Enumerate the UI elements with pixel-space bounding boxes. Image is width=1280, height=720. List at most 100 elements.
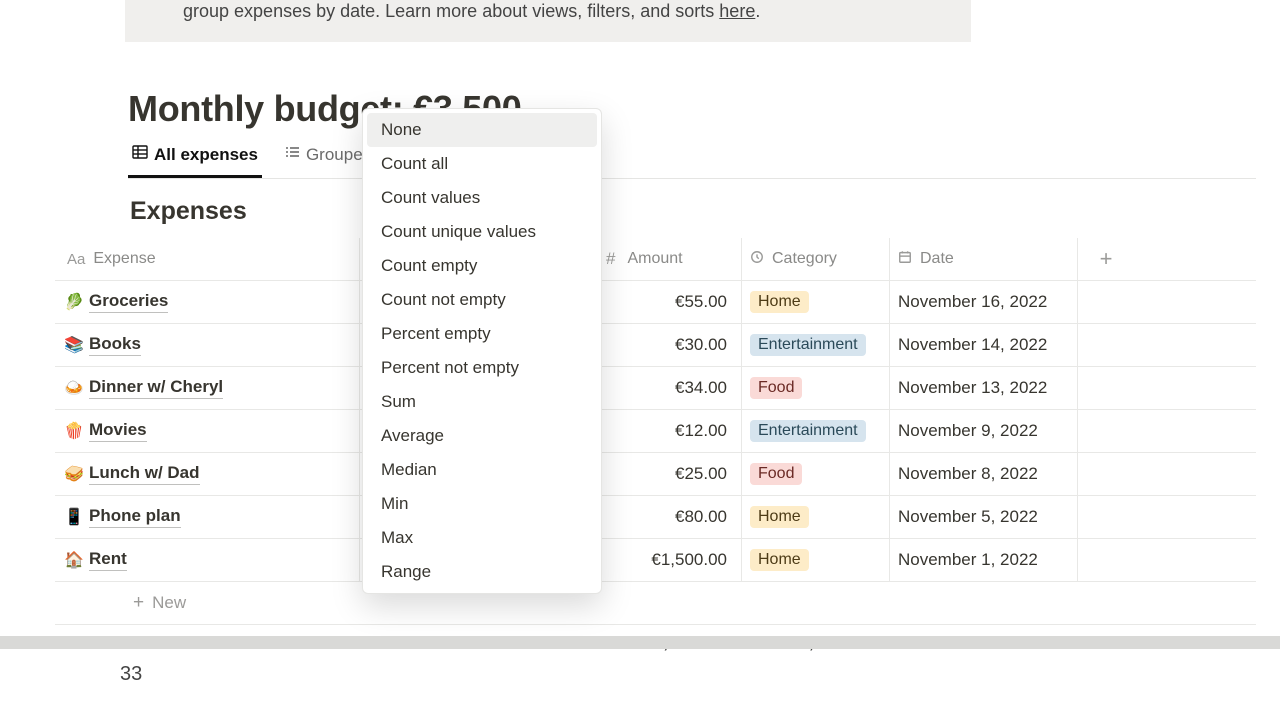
column-date[interactable]: Date xyxy=(890,238,1078,280)
cell-title[interactable]: 🏠Rent xyxy=(55,539,360,581)
list-icon xyxy=(284,144,300,165)
cell-amount[interactable]: €80.00 xyxy=(598,496,742,538)
cell-trailing xyxy=(1078,410,1134,452)
row-emoji: 📚 xyxy=(63,335,85,355)
table-row[interactable]: 🍿Movies€15.00€12.00EntertainmentNovember… xyxy=(55,410,1256,453)
page-number: 33 xyxy=(120,663,142,686)
cell-trailing xyxy=(1078,539,1134,581)
cell-category[interactable]: Entertainment xyxy=(742,410,890,452)
cell-amount[interactable]: €25.00 xyxy=(598,453,742,495)
cell-date[interactable]: November 14, 2022 xyxy=(890,324,1078,366)
menu-item-count-values[interactable]: Count values xyxy=(367,181,597,215)
row-title: Rent xyxy=(89,549,127,571)
category-tag: Home xyxy=(750,291,809,313)
category-tag: Home xyxy=(750,549,809,571)
category-tag: Home xyxy=(750,506,809,528)
cell-amount[interactable]: €34.00 xyxy=(598,367,742,409)
select-icon xyxy=(750,250,764,269)
cell-title[interactable]: 🍛Dinner w/ Cheryl xyxy=(55,367,360,409)
cell-title[interactable]: 🥬Groceries xyxy=(55,281,360,323)
cell-date[interactable]: November 9, 2022 xyxy=(890,410,1078,452)
cell-category[interactable]: Entertainment xyxy=(742,324,890,366)
menu-item-percent-empty[interactable]: Percent empty xyxy=(367,317,597,351)
calendar-icon xyxy=(898,250,912,269)
cell-date[interactable]: November 1, 2022 xyxy=(890,539,1078,581)
cell-date[interactable]: November 16, 2022 xyxy=(890,281,1078,323)
hash-icon: # xyxy=(606,249,615,269)
menu-item-none[interactable]: None xyxy=(367,113,597,147)
table-row[interactable]: 🥬Groceries€63.00€55.00HomeNovember 16, 2… xyxy=(55,281,1256,324)
cell-title[interactable]: 🥪Lunch w/ Dad xyxy=(55,453,360,495)
section-title: Expenses xyxy=(130,197,1256,226)
cell-category[interactable]: Food xyxy=(742,453,890,495)
cell-category[interactable]: Home xyxy=(742,281,890,323)
plus-icon: + xyxy=(1100,246,1113,272)
cell-amount[interactable]: €1,500.00 xyxy=(598,539,742,581)
table-row[interactable]: 🏠Rent€1,500.00€1,500.00HomeNovember 1, 2… xyxy=(55,539,1256,582)
menu-item-count-empty[interactable]: Count empty xyxy=(367,249,597,283)
tab-all-expenses[interactable]: All expenses xyxy=(128,138,262,178)
add-column[interactable]: + xyxy=(1078,238,1134,280)
table-row[interactable]: 📱Phone plan€80.00€80.00HomeNovember 5, 2… xyxy=(55,496,1256,539)
cell-date[interactable]: November 8, 2022 xyxy=(890,453,1078,495)
cell-trailing xyxy=(1078,496,1134,538)
new-label: New xyxy=(152,593,186,613)
page-title: Monthly budget: €3,500 xyxy=(128,88,1256,130)
cell-title[interactable]: 📚Books xyxy=(55,324,360,366)
new-row-button[interactable]: + New xyxy=(55,582,1256,625)
cell-trailing xyxy=(1078,367,1134,409)
column-expense[interactable]: Aa Expense xyxy=(55,238,360,280)
category-tag: Food xyxy=(750,377,802,399)
menu-item-median[interactable]: Median xyxy=(367,453,597,487)
row-emoji: 🍛 xyxy=(63,378,85,398)
menu-item-sum[interactable]: Sum xyxy=(367,385,597,419)
menu-item-count-all[interactable]: Count all xyxy=(367,147,597,181)
cell-trailing xyxy=(1078,453,1134,495)
row-title: Books xyxy=(89,334,141,356)
table-icon xyxy=(132,144,148,165)
cell-amount[interactable]: €55.00 xyxy=(598,281,742,323)
menu-item-max[interactable]: Max xyxy=(367,521,597,555)
row-title: Phone plan xyxy=(89,506,181,528)
cell-amount[interactable]: €12.00 xyxy=(598,410,742,452)
menu-item-count-not-empty[interactable]: Count not empty xyxy=(367,283,597,317)
database-table: Aa Expense # Budget # Amount Category xyxy=(55,238,1256,653)
cell-category[interactable]: Home xyxy=(742,539,890,581)
row-title: Dinner w/ Cheryl xyxy=(89,377,223,399)
cell-title[interactable]: 📱Phone plan xyxy=(55,496,360,538)
banner-link[interactable]: here xyxy=(719,1,755,21)
banner-text: group expenses by date. Learn more about… xyxy=(183,1,719,21)
column-amount[interactable]: # Amount xyxy=(598,238,742,280)
cell-trailing xyxy=(1078,324,1134,366)
table-row[interactable]: 🍛Dinner w/ Cheryl€34.00€34.00FoodNovembe… xyxy=(55,367,1256,410)
column-category[interactable]: Category xyxy=(742,238,890,280)
category-tag: Entertainment xyxy=(750,420,866,442)
plus-icon: + xyxy=(133,592,144,614)
table-row[interactable]: 🥪Lunch w/ Dad€20.00€25.00FoodNovember 8,… xyxy=(55,453,1256,496)
menu-item-min[interactable]: Min xyxy=(367,487,597,521)
cell-date[interactable]: November 13, 2022 xyxy=(890,367,1078,409)
row-title: Movies xyxy=(89,420,147,442)
row-emoji: 🥪 xyxy=(63,464,85,484)
cell-amount[interactable]: €30.00 xyxy=(598,324,742,366)
menu-item-range[interactable]: Range xyxy=(367,555,597,589)
row-emoji: 🍿 xyxy=(63,421,85,441)
tab-label: All expenses xyxy=(154,145,258,165)
cell-category[interactable]: Home xyxy=(742,496,890,538)
menu-item-count-unique-values[interactable]: Count unique values xyxy=(367,215,597,249)
info-banner: group expenses by date. Learn more about… xyxy=(125,0,971,42)
table-header: Aa Expense # Budget # Amount Category xyxy=(55,238,1256,281)
aggregate-menu: NoneCount allCount valuesCount unique va… xyxy=(362,108,602,594)
cell-category[interactable]: Food xyxy=(742,367,890,409)
row-title: Groceries xyxy=(89,291,168,313)
page-divider xyxy=(0,636,1280,649)
table-row[interactable]: 📚Books€75.00€30.00EntertainmentNovember … xyxy=(55,324,1256,367)
row-emoji: 📱 xyxy=(63,507,85,527)
cell-trailing xyxy=(1078,281,1134,323)
menu-item-percent-not-empty[interactable]: Percent not empty xyxy=(367,351,597,385)
cell-date[interactable]: November 5, 2022 xyxy=(890,496,1078,538)
cell-title[interactable]: 🍿Movies xyxy=(55,410,360,452)
menu-item-average[interactable]: Average xyxy=(367,419,597,453)
row-emoji: 🥬 xyxy=(63,292,85,312)
row-emoji: 🏠 xyxy=(63,550,85,570)
